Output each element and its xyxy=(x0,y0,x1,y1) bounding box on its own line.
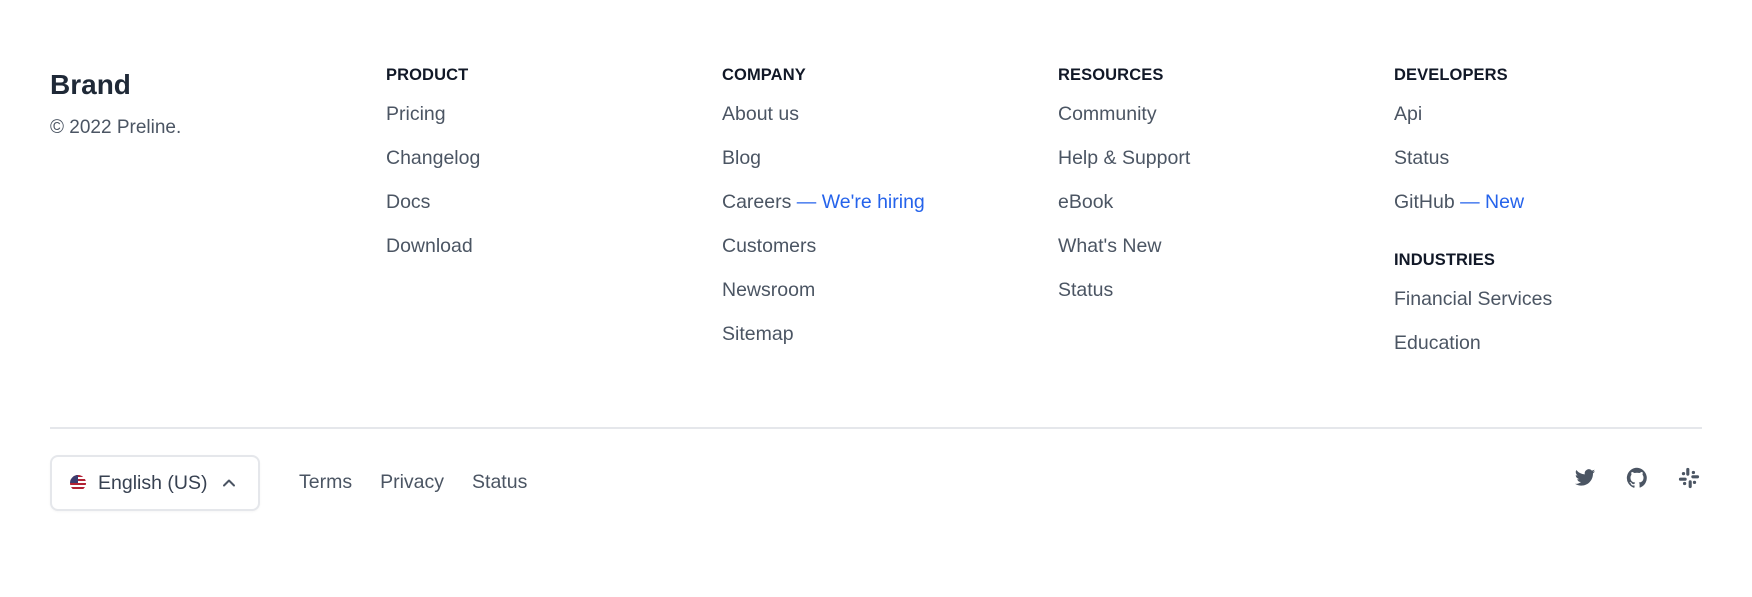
link-list: Api Status GitHub — New xyxy=(1394,100,1552,232)
slack-icon[interactable] xyxy=(1678,467,1700,489)
copyright-text: © 2022 Preline. xyxy=(50,117,182,138)
link-list: Pricing Changelog Docs Download xyxy=(386,100,480,276)
language-select-button[interactable]: English (US) xyxy=(50,455,260,511)
hiring-badge: — We're hiring xyxy=(796,191,925,213)
column-heading-industries: Industries xyxy=(1394,251,1495,269)
column-heading: Product xyxy=(386,66,469,84)
language-label: English (US) xyxy=(98,471,208,494)
footer-column-resources: Resources Community Help & Support eBook… xyxy=(1058,64,1190,320)
footer-link-financial-services[interactable]: Financial Services xyxy=(1394,288,1552,310)
link-list: Community Help & Support eBook What's Ne… xyxy=(1058,100,1190,320)
footer-link-newsroom[interactable]: Newsroom xyxy=(722,279,815,301)
brand-logo[interactable]: Brand xyxy=(50,68,181,102)
legal-links: Terms Privacy Status xyxy=(299,468,527,496)
terms-link[interactable]: Terms xyxy=(299,468,352,496)
us-flag-icon xyxy=(70,475,86,491)
footer-column-developers: Developers Api Status GitHub — New Indus… xyxy=(1394,64,1552,373)
footer-link-ebook[interactable]: eBook xyxy=(1058,191,1113,213)
footer-link-status[interactable]: Status xyxy=(1394,147,1449,169)
footer-column-company: Company About us Blog Careers — We're hi… xyxy=(722,64,925,364)
footer-divider xyxy=(50,427,1702,429)
footer-link-changelog[interactable]: Changelog xyxy=(386,147,480,169)
brand-column: Brand © 2022 Preline. xyxy=(50,68,181,140)
footer-link-status[interactable]: Status xyxy=(1058,279,1113,301)
footer-link-help-support[interactable]: Help & Support xyxy=(1058,147,1190,169)
chevron-up-icon xyxy=(221,475,237,491)
twitter-icon[interactable] xyxy=(1574,467,1596,489)
footer-link-download[interactable]: Download xyxy=(386,235,473,257)
footer-link-community[interactable]: Community xyxy=(1058,103,1157,125)
privacy-link[interactable]: Privacy xyxy=(380,468,444,496)
column-heading: Developers xyxy=(1394,66,1508,84)
new-badge: — New xyxy=(1460,191,1525,213)
footer-link-api[interactable]: Api xyxy=(1394,103,1422,125)
footer-link-github[interactable]: GitHub — New xyxy=(1394,191,1524,213)
footer-link-pricing[interactable]: Pricing xyxy=(386,103,446,125)
footer-link-customers[interactable]: Customers xyxy=(722,235,816,257)
footer-link-docs[interactable]: Docs xyxy=(386,191,430,213)
column-heading: Resources xyxy=(1058,66,1164,84)
status-link[interactable]: Status xyxy=(472,468,527,496)
link-list: Financial Services Education xyxy=(1394,285,1552,373)
column-heading: Company xyxy=(722,66,806,84)
social-links xyxy=(1574,467,1700,489)
footer-link-blog[interactable]: Blog xyxy=(722,147,761,169)
link-list: About us Blog Careers — We're hiring Cus… xyxy=(722,100,925,364)
footer-column-product: Product Pricing Changelog Docs Download xyxy=(386,64,480,276)
footer-link-label: Careers xyxy=(722,191,792,213)
footer-link-about-us[interactable]: About us xyxy=(722,103,799,125)
footer-link-sitemap[interactable]: Sitemap xyxy=(722,323,794,345)
github-icon[interactable] xyxy=(1626,467,1648,489)
footer-link-careers[interactable]: Careers — We're hiring xyxy=(722,191,925,213)
footer-link-education[interactable]: Education xyxy=(1394,332,1481,354)
footer-link-whats-new[interactable]: What's New xyxy=(1058,235,1161,257)
footer-link-label: GitHub xyxy=(1394,191,1455,213)
